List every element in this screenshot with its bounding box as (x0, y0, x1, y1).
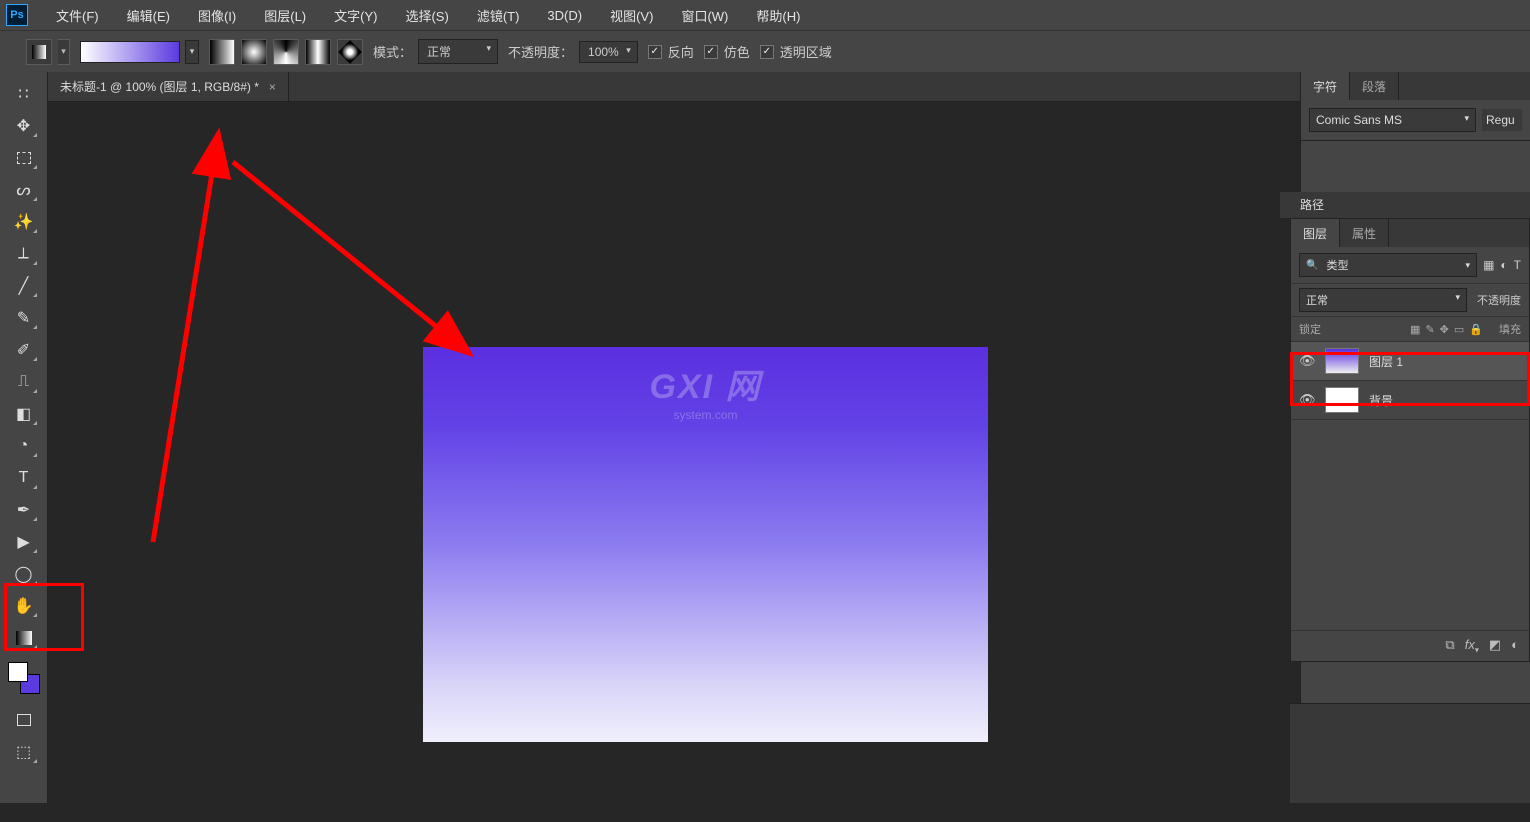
pen-tool[interactable]: ✒ (10, 498, 38, 522)
mode-label: 模式： (373, 42, 412, 61)
quickmask-tool[interactable] (10, 708, 38, 732)
reverse-label: 反向 (668, 42, 694, 61)
menu-3d[interactable]: 3D(D) (533, 4, 596, 27)
move-tool[interactable]: ✥ (10, 114, 38, 138)
document-tab-title: 未标题-1 @ 100% (图层 1, RGB/8#) * (60, 78, 259, 95)
gradient-type-reflected[interactable] (305, 39, 331, 65)
lock-artboard-icon[interactable]: ▭ (1454, 323, 1464, 336)
lock-label: 锁定 (1299, 321, 1321, 337)
reverse-checkbox[interactable] (648, 45, 662, 59)
close-icon[interactable]: × (269, 80, 276, 94)
layers-footer: ⧉ fx▾ ◩ ◐ (1291, 630, 1529, 661)
transparency-checkbox[interactable] (760, 45, 774, 59)
menubar: Ps 文件(F) 编辑(E) 图像(I) 图层(L) 文字(Y) 选择(S) 滤… (0, 0, 1530, 30)
options-bar: 模式： 正常 不透明度： 100% 反向 仿色 透明区域 (0, 30, 1530, 72)
toolbox: ∷ ✥ ᔕ ✨ ⟂ ╱ ✎ ✐ ⎍ ◧ ◔ T ✒ ▶ ◯ ✋ ⬚ (0, 72, 48, 803)
layer-opacity-label: 不透明度 (1477, 292, 1521, 308)
gradient-type-radial[interactable] (241, 39, 267, 65)
layer-mask-icon[interactable]: ◩ (1489, 637, 1501, 655)
opacity-label: 不透明度： (508, 42, 573, 61)
font-family-select[interactable]: Comic Sans MS (1309, 108, 1476, 132)
path-select-tool[interactable]: ▶ (10, 530, 38, 554)
app-logo: Ps (6, 4, 28, 26)
eyedropper-tool[interactable]: ╱ (10, 274, 38, 298)
menu-type[interactable]: 文字(Y) (320, 2, 391, 29)
menu-layer[interactable]: 图层(L) (250, 2, 320, 29)
watermark: GXI 网 system.com (649, 359, 761, 422)
menu-file[interactable]: 文件(F) (42, 2, 113, 29)
gradient-type-linear[interactable] (209, 39, 235, 65)
crop-tool[interactable]: ⟂ (10, 242, 38, 266)
menu-edit[interactable]: 编辑(E) (113, 2, 184, 29)
filter-type-icon[interactable]: T (1514, 258, 1521, 272)
marquee-tool[interactable] (10, 146, 38, 170)
lock-brush-icon[interactable]: ✎ (1425, 323, 1434, 336)
healing-brush-tool[interactable]: ✎ (10, 306, 38, 330)
lasso-tool[interactable]: ᔕ (10, 178, 38, 202)
bottom-panel-placeholder (1290, 703, 1530, 803)
paths-panel-tabs: 路径 (1280, 192, 1530, 218)
menu-select[interactable]: 选择(S) (391, 2, 462, 29)
screen-mode-tool[interactable]: ⬚ (10, 740, 38, 764)
canvas[interactable]: GXI 网 system.com (423, 347, 988, 742)
lock-pixels-icon[interactable]: ▦ (1410, 323, 1420, 336)
opacity-input[interactable]: 100% (579, 41, 638, 63)
tool-preset-dropdown[interactable] (58, 39, 70, 65)
dither-checkbox[interactable] (704, 45, 718, 59)
dither-label: 仿色 (724, 42, 750, 61)
layers-panel: 图层 属性 类型 ▦ ◐ T 正常 不透明度 锁定 ▦ ✎ ✥ ▭ 🔒 填充 👁… (1290, 218, 1530, 662)
filter-adjust-icon[interactable]: ◐ (1500, 258, 1507, 272)
adjustment-layer-icon[interactable]: ◐ (1511, 637, 1519, 655)
handle-grip[interactable]: ∷ (10, 82, 38, 106)
link-layers-icon[interactable]: ⧉ (1445, 637, 1454, 655)
gradient-type-angle[interactable] (273, 39, 299, 65)
tab-properties[interactable]: 属性 (1340, 219, 1389, 247)
annotation-box-toolbox (4, 583, 84, 651)
gradient-preview[interactable] (80, 41, 180, 63)
watermark-sub: system.com (649, 408, 761, 422)
filter-image-icon[interactable]: ▦ (1483, 258, 1494, 272)
menu-help[interactable]: 帮助(H) (742, 2, 814, 29)
menu-window[interactable]: 窗口(W) (667, 2, 742, 29)
tab-character[interactable]: 字符 (1301, 72, 1350, 100)
type-tool[interactable]: T (10, 466, 38, 490)
color-swatches[interactable] (8, 662, 40, 694)
tab-paths[interactable]: 路径 (1290, 192, 1334, 218)
eraser-tool[interactable]: ◧ (10, 402, 38, 426)
transparency-label: 透明区域 (780, 42, 832, 61)
clone-stamp-tool[interactable]: ⎍ (10, 370, 38, 394)
menu-view[interactable]: 视图(V) (596, 2, 667, 29)
dodge-tool[interactable]: ◔ (10, 434, 38, 458)
tab-paragraph[interactable]: 段落 (1350, 72, 1399, 100)
app-logo-text: Ps (10, 9, 23, 21)
brush-tool[interactable]: ✐ (10, 338, 38, 362)
annotation-box-layer (1290, 352, 1530, 406)
lock-all-icon[interactable]: 🔒 (1469, 323, 1483, 336)
blend-mode-select[interactable]: 正常 (418, 39, 498, 64)
layer-blend-select[interactable]: 正常 (1299, 288, 1467, 312)
lock-move-icon[interactable]: ✥ (1440, 323, 1449, 336)
menu-image[interactable]: 图像(I) (184, 2, 250, 29)
gradient-picker-dropdown[interactable] (185, 40, 199, 64)
font-weight-select[interactable]: Regu (1482, 109, 1522, 131)
magic-wand-tool[interactable]: ✨ (10, 210, 38, 234)
menu-filter[interactable]: 滤镜(T) (463, 2, 534, 29)
tab-layers[interactable]: 图层 (1291, 219, 1340, 247)
layer-style-icon[interactable]: fx▾ (1465, 637, 1479, 655)
foreground-color-swatch[interactable] (8, 662, 28, 682)
gradient-type-diamond[interactable] (337, 39, 363, 65)
current-tool-indicator[interactable] (26, 39, 52, 65)
watermark-main: GXI 网 (649, 359, 761, 408)
document-tab[interactable]: 未标题-1 @ 100% (图层 1, RGB/8#) * × (48, 72, 289, 101)
fill-label: 填充 (1499, 321, 1521, 337)
layer-filter-select[interactable]: 类型 (1299, 253, 1477, 277)
